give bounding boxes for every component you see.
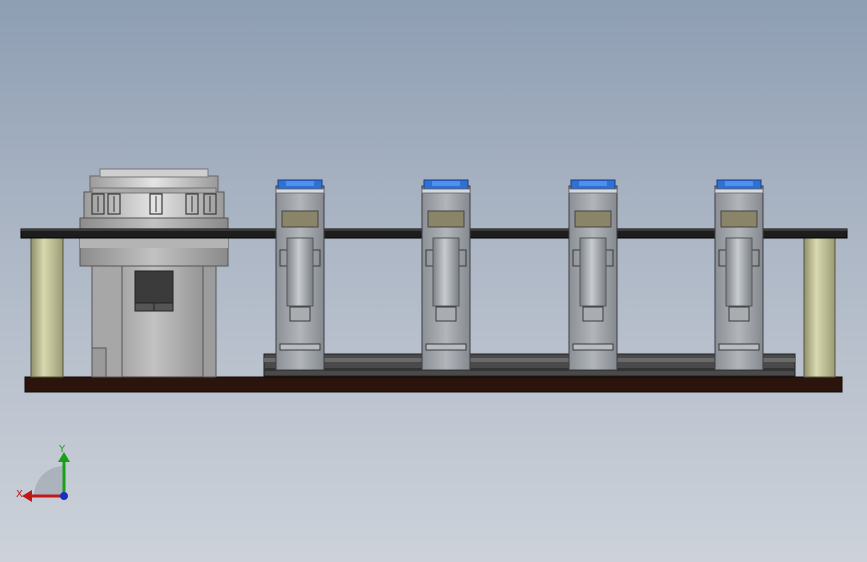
module-cylinder [725,237,753,307]
base-plate [24,376,843,393]
module-cylinder [286,237,314,307]
cad-viewport[interactable]: Y X [0,0,867,562]
terminal-module [275,179,325,371]
terminal-module [714,179,764,371]
module-slot [718,343,760,351]
module-slot [572,343,614,351]
module-slot [279,343,321,351]
cad-model [20,168,848,393]
module-cylinder [432,237,460,307]
rotary-component [79,168,229,378]
z-axis-dot [60,492,68,500]
right-standoff [803,237,836,378]
xy-plane-wedge [34,466,64,496]
axis-triad: Y X [16,444,70,502]
terminal-module [421,179,471,371]
module-group [275,179,764,371]
label-window [281,210,319,228]
label-window [427,210,465,228]
left-standoff [30,237,64,378]
module-cylinder [579,237,607,307]
x-axis-label: X [16,489,23,500]
label-window [574,210,612,228]
module-slot [425,343,467,351]
terminal-module [568,179,618,371]
y-axis-label: Y [58,444,66,455]
label-window [720,210,758,228]
x-axis-arrow [22,490,32,502]
